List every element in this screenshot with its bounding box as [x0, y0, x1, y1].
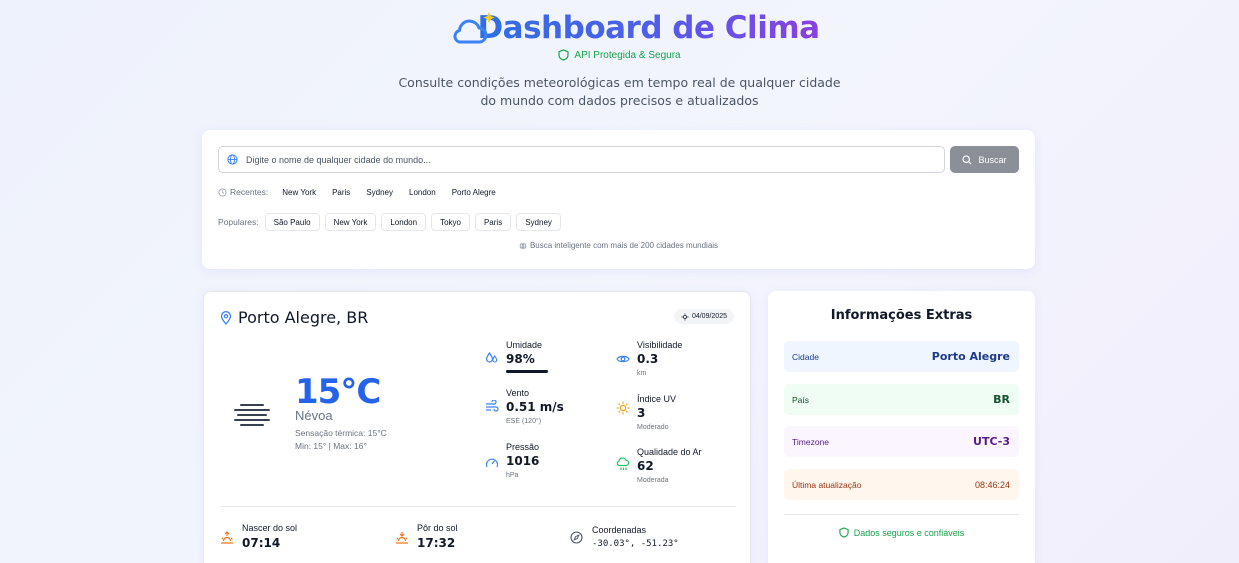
- clock-icon: [218, 187, 227, 197]
- info-row-last-update: Última atualização 08:46:24: [784, 469, 1019, 500]
- country-label: País: [792, 394, 810, 405]
- popular-item-new-york[interactable]: New York: [324, 213, 377, 231]
- eye-icon: [616, 355, 630, 363]
- search-button-label: Buscar: [978, 154, 1007, 165]
- search-hint-text: Busca inteligente com mais de 200 cidade…: [529, 241, 719, 250]
- recent-searches: Recentes: New York Paris Sydney London P…: [218, 187, 504, 197]
- popular-cities: Populares: São Paulo New York London Tok…: [218, 213, 566, 231]
- safe-data-text: Dados seguros e confiáveis: [853, 527, 965, 538]
- page-header: Dashboard de Clima API Protegida & Segur…: [0, 8, 1239, 110]
- popular-item-london[interactable]: London: [381, 213, 427, 231]
- recent-item-sydney[interactable]: Sydney: [358, 188, 401, 197]
- cloud-sparkle-icon: [419, 8, 496, 48]
- humidity-label: Umidade: [506, 340, 543, 350]
- country-value: BR: [993, 393, 1010, 406]
- coordinates-value: -30.03°, -51.23°: [592, 539, 679, 549]
- sunset-label: Pôr do sol: [417, 523, 458, 533]
- visibility-value: 0.3: [637, 352, 659, 366]
- visibility-label: Visibilidade: [637, 340, 683, 350]
- secure-badge: API Protegida & Segura: [0, 48, 1239, 62]
- secure-label: API Protegida & Segura: [574, 49, 681, 61]
- sun-small-icon: [681, 313, 689, 320]
- extra-info-card: Informações Extras Cidade Porto Alegre P…: [768, 291, 1035, 563]
- search-box: [218, 146, 945, 173]
- search-button[interactable]: Buscar: [950, 146, 1019, 173]
- extra-divider: [784, 514, 1019, 515]
- extra-info-title: Informações Extras: [830, 308, 973, 323]
- shield-icon: [839, 527, 849, 538]
- map-pin-icon: [220, 310, 232, 325]
- globe-icon: [227, 154, 238, 165]
- recent-item-paris[interactable]: Paris: [324, 188, 358, 197]
- globe-icon: [519, 241, 527, 250]
- recent-item-porto-alegre[interactable]: Porto Alegre: [444, 188, 504, 197]
- recent-item-london[interactable]: London: [401, 188, 444, 197]
- popular-item-paris[interactable]: Paris: [474, 213, 512, 231]
- min-max-text: Min: 15° | Max: 16°: [295, 441, 367, 451]
- uv-level: Moderado: [637, 424, 669, 431]
- search-hint: Busca inteligente com mais de 200 cidade…: [202, 241, 1035, 250]
- search-card: Buscar Recentes: New York Paris Sydney L…: [202, 130, 1035, 269]
- air-quality-level: Moderada: [637, 477, 669, 484]
- wind-direction: ESE (120°): [506, 418, 542, 425]
- air-quality-value: 62: [637, 459, 654, 473]
- sunrise-icon: [221, 531, 233, 544]
- search-icon: [962, 154, 972, 164]
- recent-label-group: Recentes:: [218, 187, 268, 197]
- title-row: Dashboard de Clima: [0, 8, 1239, 48]
- shield-icon: [558, 49, 570, 61]
- popular-label: Populares:: [218, 217, 259, 227]
- uv-label: Índice UV: [637, 394, 677, 404]
- uv-value: 3: [637, 406, 646, 420]
- city-label: Cidade: [792, 351, 819, 362]
- sunrise-label: Nascer do sol: [242, 523, 298, 533]
- sun-icon: [616, 401, 630, 415]
- date-badge: 04/09/2025: [673, 309, 734, 324]
- humidity-value: 98%: [506, 352, 535, 366]
- page-title: Dashboard de Clima: [477, 10, 820, 46]
- sunset-icon: [396, 532, 408, 544]
- last-update-value: 08:46:24: [974, 479, 1010, 490]
- droplets-icon: [485, 351, 498, 363]
- location-heading: Porto Alegre, BR: [220, 308, 368, 327]
- wind-value: 0.51 m/s: [506, 400, 564, 414]
- location-name: Porto Alegre, BR: [238, 308, 369, 327]
- info-row-timezone: Timezone UTC-3: [784, 426, 1019, 457]
- popular-item-sao-paulo[interactable]: São Paulo: [264, 213, 320, 231]
- last-update-label: Última atualização: [792, 479, 862, 490]
- gauge-icon: [485, 458, 499, 468]
- wind-label: Vento: [506, 388, 530, 398]
- pressure-unit: hPa: [506, 472, 519, 479]
- page-subtitle: Consulte condições meteorológicas em tem…: [398, 75, 841, 108]
- popular-item-tokyo[interactable]: Tokyo: [431, 213, 470, 231]
- pressure-value: 1016: [506, 454, 540, 468]
- temperature-value: 15°C: [295, 372, 381, 412]
- sunset-value: 17:32: [417, 536, 456, 550]
- fog-icon: [234, 404, 270, 426]
- info-row-country: País BR: [784, 384, 1019, 415]
- coordinates-label: Coordenadas: [592, 525, 647, 535]
- compass-icon: [570, 531, 583, 544]
- safe-data-note: Dados seguros e confiáveis: [768, 527, 1035, 538]
- wind-icon: [486, 400, 499, 412]
- visibility-unit: km: [637, 370, 647, 377]
- recent-label: Recentes:: [230, 187, 269, 197]
- pressure-label: Pressão: [506, 442, 540, 452]
- popular-item-sydney[interactable]: Sydney: [516, 213, 561, 231]
- city-value: Porto Alegre: [931, 350, 1010, 363]
- info-row-city: Cidade Porto Alegre: [784, 341, 1019, 372]
- search-input[interactable]: [246, 154, 906, 165]
- humidity-bar: [506, 370, 548, 373]
- recent-item-new-york[interactable]: New York: [274, 188, 324, 197]
- sunrise-value: 07:14: [242, 536, 281, 550]
- condition-text: Névoa: [295, 408, 333, 423]
- cloud-rain-icon: [616, 457, 630, 470]
- date-value: 04/09/2025: [691, 313, 727, 320]
- timezone-value: UTC-3: [973, 435, 1010, 448]
- feels-like-text: Sensação térmica: 15°C: [295, 428, 387, 438]
- air-quality-label: Qualidade do Ar: [637, 447, 702, 457]
- current-weather-card: Porto Alegre, BR 04/09/2025 15°C Névoa S…: [203, 291, 751, 563]
- section-divider: [220, 506, 736, 507]
- timezone-label: Timezone: [792, 436, 830, 447]
